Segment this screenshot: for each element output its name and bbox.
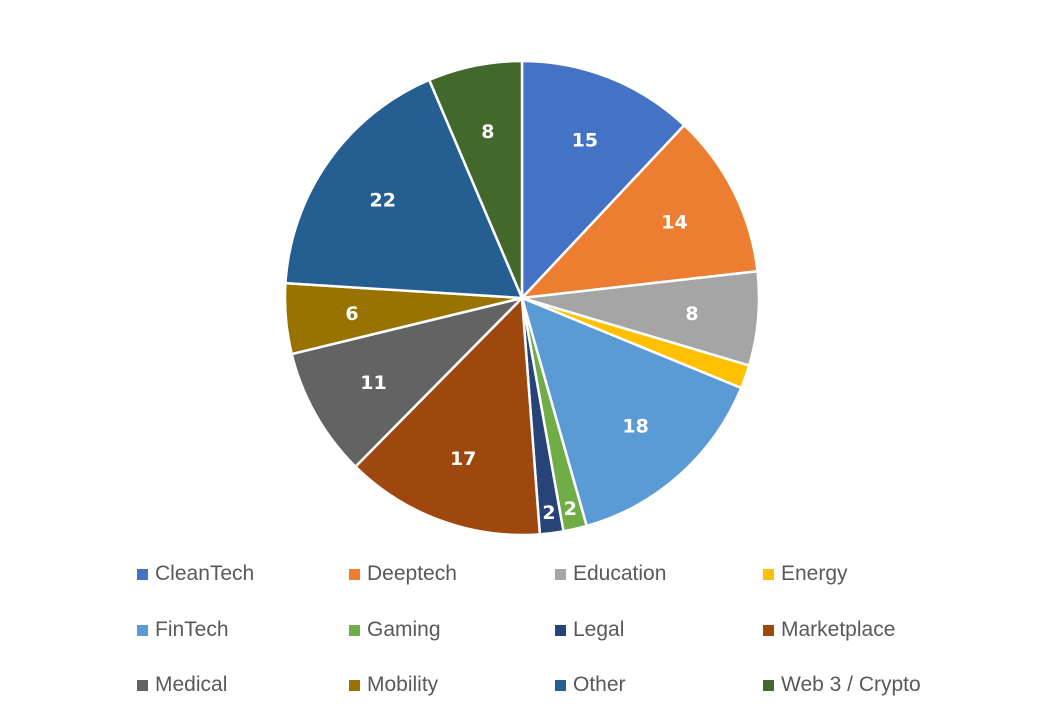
legend-label: Education <box>573 562 667 585</box>
legend-item-fintech: FinTech <box>137 618 229 642</box>
legend-item-energy: Energy <box>763 562 848 586</box>
legend-item-web-3-crypto: Web 3 / Crypto <box>763 673 921 697</box>
legend-label: Energy <box>781 562 848 585</box>
legend-swatch <box>763 679 774 691</box>
legend-label: Mobility <box>367 673 439 696</box>
legend-item-mobility: Mobility <box>349 673 438 697</box>
data-label-education: 8 <box>685 303 698 325</box>
legend-label: Legal <box>573 618 625 641</box>
legend-item-cleantech: CleanTech <box>137 562 254 586</box>
legend-swatch <box>137 679 148 691</box>
legend-swatch <box>555 568 566 580</box>
legend-swatch <box>349 679 360 691</box>
data-label-cleantech: 15 <box>572 129 598 151</box>
legend-swatch <box>763 624 774 636</box>
legend-label: Marketplace <box>781 618 896 641</box>
legend-swatch <box>137 568 148 580</box>
legend-item-education: Education <box>555 562 666 586</box>
legend-item-medical: Medical <box>137 673 227 697</box>
legend-swatch <box>137 624 148 636</box>
data-label-legal: 2 <box>542 502 555 524</box>
legend-swatch <box>763 568 774 580</box>
legend-label: Web 3 / Crypto <box>781 673 921 696</box>
legend-swatch <box>555 624 566 636</box>
legend-item-legal: Legal <box>555 618 624 642</box>
legend-item-other: Other <box>555 673 626 697</box>
legend-label: Other <box>573 673 626 696</box>
legend-item-deeptech: Deeptech <box>349 562 457 586</box>
pie-slices <box>283 59 761 537</box>
legend-label: Deeptech <box>367 562 457 585</box>
legend-item-gaming: Gaming <box>349 618 441 642</box>
data-label-fintech: 18 <box>622 415 648 437</box>
legend-swatch <box>555 679 566 691</box>
data-label-web-3-crypto: 8 <box>481 121 494 143</box>
legend-label: FinTech <box>155 618 229 641</box>
data-label-gaming: 2 <box>564 498 577 520</box>
pie-chart: 15 14 8 18 22 17 11 6 22 8 <box>283 59 761 537</box>
data-label-deeptech: 14 <box>661 211 687 233</box>
data-label-marketplace: 17 <box>450 448 476 470</box>
legend-swatch <box>349 568 360 580</box>
data-label-mobility: 6 <box>345 303 358 325</box>
legend-swatch <box>349 624 360 636</box>
data-label-medical: 11 <box>360 372 386 394</box>
legend-label: Gaming <box>367 618 441 641</box>
legend-label: CleanTech <box>155 562 255 585</box>
legend-label: Medical <box>155 673 228 696</box>
legend-item-marketplace: Marketplace <box>763 618 895 642</box>
data-label-other: 22 <box>369 189 395 211</box>
